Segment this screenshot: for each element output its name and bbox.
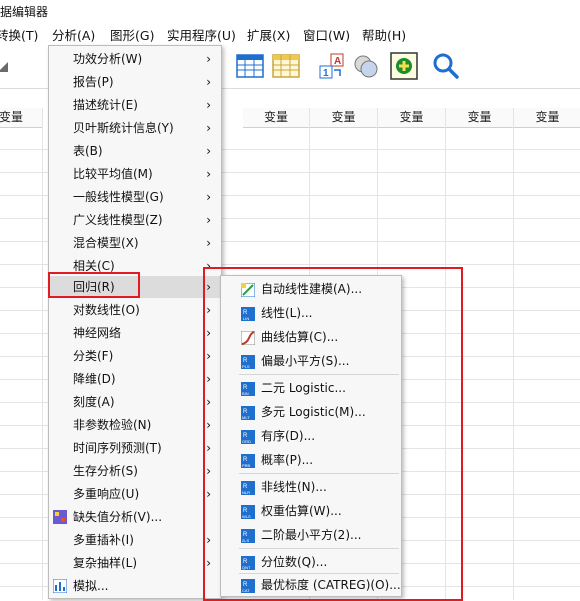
- submenu-item-curve-estimation[interactable]: 曲线估算(C)...: [221, 326, 401, 349]
- svg-text:PRB: PRB: [242, 463, 251, 468]
- svg-text:LIN: LIN: [243, 316, 249, 321]
- column-header[interactable]: 变量: [310, 108, 378, 128]
- menu-item-missing-value-analysis[interactable]: 缺失值分析(V)...: [49, 506, 221, 528]
- multinomial-logistic-icon: R MLT: [241, 406, 255, 420]
- menu-analyze[interactable]: 分析(A): [52, 25, 95, 44]
- menu-item-correlate[interactable]: 相关(C) ›: [49, 255, 221, 277]
- submenu-item-ordinal[interactable]: R ORD 有序(D)...: [221, 425, 401, 448]
- data-view-grid-icon[interactable]: [236, 52, 264, 80]
- linear-icon: R LIN: [241, 307, 255, 321]
- svg-text:ORD: ORD: [242, 439, 251, 444]
- show-all-variables-icon[interactable]: [390, 52, 418, 80]
- binary-logistic-icon: R BIN: [241, 382, 255, 396]
- submenu-item-catreg[interactable]: R CAT 最优标度 (CATREG)(O)...: [221, 574, 401, 597]
- menu-item-descriptive-statistics[interactable]: 描述统计(E) ›: [49, 94, 221, 116]
- svg-text:NLR: NLR: [242, 490, 250, 495]
- submenu-item-two-stage-least-squares[interactable]: R 2LS 二阶最小平方(2)...: [221, 524, 401, 547]
- weight-estimation-icon: R WLS: [241, 505, 255, 519]
- use-variable-sets-icon[interactable]: [352, 52, 380, 80]
- svg-text:QNT: QNT: [242, 565, 251, 570]
- submenu-item-linear[interactable]: R LIN 线性(L)...: [221, 302, 401, 325]
- menu-item-loglinear[interactable]: 对数线性(O) ›: [49, 299, 221, 321]
- column-header[interactable]: 变量: [243, 108, 310, 128]
- analyze-menu: 功效分析(W) › 报告(P) › 描述统计(E) › 贝叶斯统计信息(Y) › 表(B…: [48, 45, 222, 599]
- catreg-icon: R CAT: [241, 579, 255, 593]
- menu-utilities[interactable]: 实用程序(U): [167, 25, 236, 44]
- menu-extensions[interactable]: 扩展(X): [247, 25, 290, 44]
- menu-item-neural-networks[interactable]: 神经网络 ›: [49, 322, 221, 344]
- menu-item-classify[interactable]: 分类(F) ›: [49, 345, 221, 367]
- menu-item-survival[interactable]: 生存分析(S) ›: [49, 460, 221, 482]
- nonlinear-icon: R NLR: [241, 481, 255, 495]
- submenu-item-weight-estimation[interactable]: R WLS 权重估算(W)...: [221, 500, 401, 523]
- submenu-item-auto-linear[interactable]: 自动线性建模(A)...: [221, 278, 401, 301]
- menu-item-tables[interactable]: 表(B) ›: [49, 140, 221, 162]
- svg-text:CAT: CAT: [242, 588, 250, 593]
- menu-item-regression[interactable]: 回归(R) ›: [49, 276, 221, 298]
- column-header[interactable]: 变量: [514, 108, 580, 128]
- value-labels-icon[interactable]: A 1: [318, 52, 346, 80]
- menu-item-multiple-imputation[interactable]: 多重插补(I) ›: [49, 529, 221, 551]
- column-header[interactable]: 变量: [0, 108, 43, 128]
- svg-text:A: A: [334, 56, 341, 67]
- menu-bar: 转换(T) 分析(A) 图形(G) 实用程序(U) 扩展(X) 窗口(W) 帮助…: [0, 22, 580, 45]
- menu-item-reports[interactable]: 报告(P) ›: [49, 71, 221, 93]
- menu-item-simulation[interactable]: 模拟...: [49, 575, 221, 597]
- submenu-item-quantile[interactable]: R QNT 分位数(Q)...: [221, 551, 401, 574]
- submenu-item-multinomial-logistic[interactable]: R MLT 多元 Logistic(M)...: [221, 401, 401, 424]
- menu-help[interactable]: 帮助(H): [362, 25, 406, 44]
- submenu-item-binary-logistic[interactable]: R BIN 二元 Logistic...: [221, 377, 401, 400]
- svg-text:WLS: WLS: [242, 514, 251, 519]
- quantile-icon: R QNT: [241, 556, 255, 570]
- missing-values-icon: [53, 510, 67, 524]
- svg-text:BIN: BIN: [242, 391, 249, 396]
- column-header[interactable]: 变量: [446, 108, 514, 128]
- two-stage-least-squares-icon: R 2LS: [241, 529, 255, 543]
- variable-view-grid-icon[interactable]: [272, 52, 300, 80]
- menu-window[interactable]: 窗口(W): [303, 25, 350, 44]
- svg-text:MLT: MLT: [242, 415, 250, 420]
- search-icon[interactable]: [432, 52, 460, 80]
- menu-item-complex-samples[interactable]: 复杂抽样(L) ›: [49, 552, 221, 574]
- menu-item-bayesian-statistics[interactable]: 贝叶斯统计信息(Y) ›: [49, 117, 221, 139]
- menu-item-mixed-models[interactable]: 混合模型(X) ›: [49, 232, 221, 254]
- menu-item-compare-means[interactable]: 比较平均值(M) ›: [49, 163, 221, 185]
- submenu-item-probit[interactable]: R PRB 概率(P)...: [221, 449, 401, 472]
- ordinal-icon: R ORD: [241, 430, 255, 444]
- svg-text:PLS: PLS: [242, 364, 250, 369]
- column-header[interactable]: 变量: [378, 108, 446, 128]
- menu-item-scale[interactable]: 刻度(A) ›: [49, 391, 221, 413]
- curve-estimation-icon: [241, 331, 255, 345]
- window-title: 据编辑器: [0, 5, 49, 19]
- menu-transform[interactable]: 转换(T): [0, 25, 38, 44]
- back-icon[interactable]: [0, 52, 22, 80]
- menu-item-nonparametric-tests[interactable]: 非参数检验(N) ›: [49, 414, 221, 436]
- svg-text:1: 1: [323, 68, 329, 79]
- menu-item-generalized-linear-models[interactable]: 广义线性模型(Z) ›: [49, 209, 221, 231]
- menu-item-multiple-response[interactable]: 多重响应(U) ›: [49, 483, 221, 505]
- title-bar: 据编辑器: [0, 0, 580, 22]
- regression-submenu: 自动线性建模(A)... R LIN 线性(L)... 曲线估算(C)... R…: [220, 275, 402, 597]
- menu-item-forecasting[interactable]: 时间序列预测(T) ›: [49, 437, 221, 459]
- probit-icon: R PRB: [241, 454, 255, 468]
- simulation-icon: [53, 579, 67, 593]
- menu-graphs[interactable]: 图形(G): [110, 25, 154, 44]
- menu-item-power-analysis[interactable]: 功效分析(W) ›: [49, 48, 221, 70]
- menu-item-dimension-reduction[interactable]: 降维(D) ›: [49, 368, 221, 390]
- svg-text:2LS: 2LS: [242, 538, 249, 543]
- submenu-item-partial-least-squares[interactable]: R PLS 偏最小平方(S)...: [221, 350, 401, 373]
- auto-linear-icon: [241, 283, 255, 297]
- submenu-item-nonlinear[interactable]: R NLR 非线性(N)...: [221, 476, 401, 499]
- partial-least-squares-icon: R PLS: [241, 355, 255, 369]
- menu-item-general-linear-model[interactable]: 一般线性模型(G) ›: [49, 186, 221, 208]
